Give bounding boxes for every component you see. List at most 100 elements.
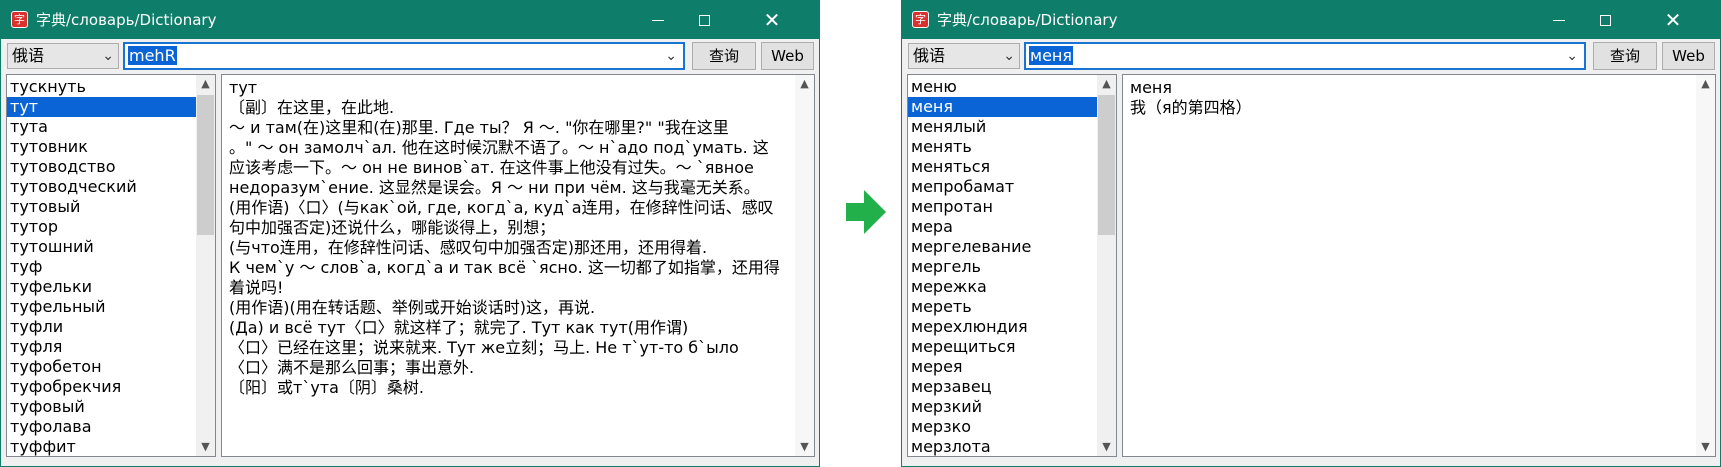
definition-pane: тут 〔副〕在这里，在此地. ～ и там(在)这里和(在)那里. Где ты… (221, 74, 815, 457)
title-bar[interactable]: 字 字典/словарь/Dictionary ✕ (902, 1, 1720, 39)
window-title: 字典/словарь/Dictionary (36, 11, 217, 29)
word-list-item[interactable]: тускнуть (7, 77, 196, 97)
word-list-item[interactable]: мепротан (908, 197, 1097, 217)
word-list-item[interactable]: мережка (908, 277, 1097, 297)
chevron-down-icon: ⌄ (1003, 48, 1015, 64)
definition-line: (用作语)〈口〉(与как`ой, где, когд`а, куд`а连用，在… (229, 198, 774, 217)
minimize-icon (1553, 19, 1565, 21)
search-input[interactable]: mehR ⌄ (123, 42, 685, 70)
definition-scrollbar[interactable]: ▲ ▼ (795, 75, 814, 456)
chevron-down-icon[interactable]: ⌄ (665, 44, 677, 68)
word-list-item[interactable]: тутовник (7, 137, 196, 157)
dictionary-window-before: 字 字典/словарь/Dictionary ✕ 俄语 ⌄ mehR ⌄ 查询… (0, 0, 820, 467)
word-list-item[interactable]: мерещиться (908, 337, 1097, 357)
scroll-thumb[interactable] (197, 95, 214, 235)
definition-pane: меня 我（я的第四格） ▲ ▼ (1122, 74, 1716, 457)
definition-line: ～ и там(在)这里和(在)那里. Где ты？ Я ～. "你在哪里?"… (229, 118, 729, 137)
maximize-button[interactable] (681, 1, 727, 39)
definition-line: К чем`у ～ слов`а, когд`а и так всё `ясно… (229, 258, 780, 277)
search-input[interactable]: меня ⌄ (1024, 42, 1586, 70)
word-list-item[interactable]: меняться (908, 157, 1097, 177)
definition-line: (用作语)(用在转话题、举例或开始谈话时)这，再说. (229, 298, 596, 317)
definition-line: (与что连用，在修辞性问话、感叹句中加强否定)那还用，还用得着. (229, 238, 708, 257)
title-bar[interactable]: 字 字典/словарь/Dictionary ✕ (1, 1, 819, 39)
word-list-item[interactable]: менялый (908, 117, 1097, 137)
word-list-item[interactable]: тута (7, 117, 196, 137)
word-list-item[interactable]: мерзко (908, 417, 1097, 437)
scroll-down-icon[interactable]: ▼ (1097, 438, 1116, 456)
word-list-item[interactable]: тутовый (7, 197, 196, 217)
word-list-item[interactable]: туфолава (7, 417, 196, 437)
word-list-item[interactable]: меня (908, 97, 1097, 117)
word-list[interactable]: меню меня менялый менять меняться мепробамат м… (907, 74, 1117, 457)
minimize-button[interactable] (1536, 1, 1582, 39)
word-list-item[interactable]: туфля (7, 337, 196, 357)
scroll-up-icon[interactable]: ▲ (1097, 75, 1116, 93)
scroll-down-icon[interactable]: ▼ (795, 438, 814, 456)
scroll-down-icon[interactable]: ▼ (196, 438, 215, 456)
word-list-item[interactable]: туфли (7, 317, 196, 337)
definition-scrollbar[interactable]: ▲ ▼ (1696, 75, 1715, 456)
lookup-button[interactable]: 查询 (1593, 42, 1657, 70)
word-list-item[interactable]: тутор (7, 217, 196, 237)
definition-line: 我（я的第四格） (1130, 98, 1252, 117)
web-button[interactable]: Web (761, 42, 814, 70)
word-list-scrollbar[interactable]: ▲ ▼ (1097, 75, 1116, 456)
definition-line: 〔副〕在这里，在此地. (229, 98, 395, 117)
web-button[interactable]: Web (1662, 42, 1715, 70)
definition-text: меня 我（я的第四格） (1130, 78, 1690, 118)
language-value: 俄语 (913, 46, 946, 65)
word-list-item[interactable]: менять (908, 137, 1097, 157)
word-list-item[interactable]: мера (908, 217, 1097, 237)
language-select[interactable]: 俄语 ⌄ (908, 43, 1020, 69)
word-list-item[interactable]: тут (7, 97, 196, 117)
word-list-item[interactable]: тутоводческий (7, 177, 196, 197)
chevron-down-icon[interactable]: ⌄ (1566, 44, 1578, 68)
definition-line: недоразум`ение. 这显然是误会。Я ～ ни при чём. 这… (229, 178, 760, 197)
scroll-up-icon[interactable]: ▲ (196, 75, 215, 93)
word-list-item[interactable]: туффит (7, 437, 196, 456)
word-list-items: меню меня менялый менять меняться мепробамат м… (908, 75, 1097, 456)
word-list-items: тускнуть тут тута тутовник тутоводство тутово… (7, 75, 196, 456)
scroll-thumb[interactable] (1098, 95, 1115, 235)
word-list[interactable]: тускнуть тут тута тутовник тутоводство тутово… (6, 74, 216, 457)
window-title: 字典/словарь/Dictionary (937, 11, 1118, 29)
word-list-item[interactable]: туфовый (7, 397, 196, 417)
word-list-item[interactable]: туф (7, 257, 196, 277)
word-list-item[interactable]: мергель (908, 257, 1097, 277)
word-list-scrollbar[interactable]: ▲ ▼ (196, 75, 215, 456)
word-list-item[interactable]: мереть (908, 297, 1097, 317)
word-list-item[interactable]: тутоводство (7, 157, 196, 177)
search-input-value: меня (1029, 46, 1073, 65)
word-list-item[interactable]: туфобрекчия (7, 377, 196, 397)
word-list-item[interactable]: туфобетон (7, 357, 196, 377)
maximize-button[interactable] (1582, 1, 1628, 39)
definition-line: (Да) и всё тут〈口〉就这样了；就完了. Тут как тут(用… (229, 318, 689, 337)
word-list-item[interactable]: мерзкий (908, 397, 1097, 417)
scroll-up-icon[interactable]: ▲ (1696, 75, 1715, 93)
app-icon: 字 (912, 11, 929, 28)
word-list-item[interactable]: тутошний (7, 237, 196, 257)
scroll-up-icon[interactable]: ▲ (795, 75, 814, 93)
lookup-button[interactable]: 查询 (692, 42, 756, 70)
word-list-item[interactable]: туфельки (7, 277, 196, 297)
definition-line: 〈口〉已经在这里；说来就来. Тут же立刻；马上. Не т`ут-то б… (229, 338, 739, 357)
word-list-item[interactable]: мергелевание (908, 237, 1097, 257)
search-input-value: mehR (128, 46, 177, 65)
word-list-item[interactable]: меню (908, 77, 1097, 97)
toolbar: 俄语 ⌄ mehR ⌄ 查询 Web (1, 39, 819, 73)
close-button[interactable]: ✕ (749, 1, 795, 39)
minimize-button[interactable] (635, 1, 681, 39)
scroll-down-icon[interactable]: ▼ (1696, 438, 1715, 456)
language-select[interactable]: 俄语 ⌄ (7, 43, 119, 69)
word-list-item[interactable]: мерея (908, 357, 1097, 377)
word-list-item[interactable]: мерзлота (908, 437, 1097, 456)
word-list-item[interactable]: мепробамат (908, 177, 1097, 197)
dictionary-window-after: 字 字典/словарь/Dictionary ✕ 俄语 ⌄ меня ⌄ 查询… (901, 0, 1721, 467)
close-button[interactable]: ✕ (1650, 1, 1696, 39)
word-list-item[interactable]: мерехлюндия (908, 317, 1097, 337)
word-list-item[interactable]: туфельный (7, 297, 196, 317)
word-list-item[interactable]: мерзавец (908, 377, 1097, 397)
definition-line: 。" ～ он замолч`ал. 他在这时候沉默不语了。～ н`адо по… (229, 138, 769, 157)
close-icon: ✕ (1664, 8, 1682, 32)
